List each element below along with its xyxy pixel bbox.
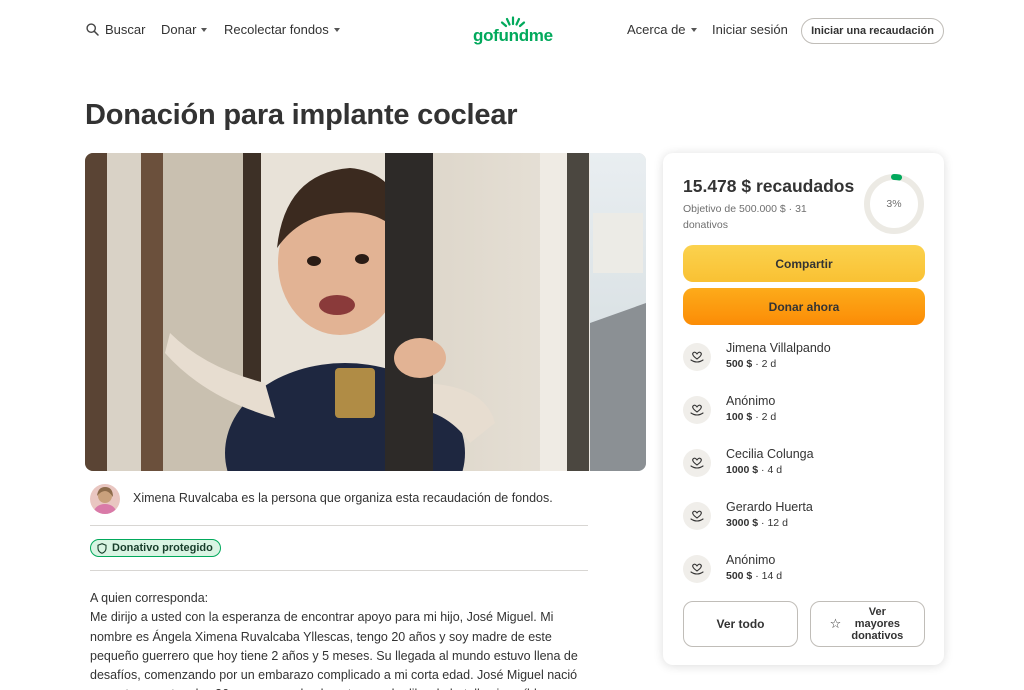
list-item: Jimena Villalpando 500 $ · 2 d: [683, 336, 925, 389]
donate-menu-label: Donar: [161, 22, 197, 37]
story-paragraph: Me dirijo a usted con la esperanza de en…: [90, 610, 588, 690]
donor-name: Gerardo Huerta: [726, 500, 813, 514]
list-item: Anónimo 500 $ · 14 d: [683, 548, 925, 601]
see-all-button[interactable]: Ver todo: [683, 601, 798, 647]
list-item: Anónimo 100 $ · 2 d: [683, 389, 925, 442]
amount-raised: 15.478 $ recaudados: [683, 176, 855, 196]
donation-meta: 3000 $ · 12 d: [726, 517, 788, 529]
donation-time: 2 d: [761, 358, 777, 370]
fundraise-menu[interactable]: Recolectar fondos: [224, 22, 340, 37]
organizer-text: Ximena Ruvalcaba es la persona que organ…: [133, 491, 553, 505]
fundraise-menu-label: Recolectar fondos: [224, 22, 329, 37]
donation-amount: 500 $: [726, 358, 753, 370]
list-item: Gerardo Huerta 3000 $ · 12 d: [683, 495, 925, 548]
donor-name: Jimena Villalpando: [726, 341, 831, 355]
start-fundraiser-button[interactable]: Iniciar una recaudación: [801, 18, 944, 44]
donation-amount: 1000 $: [726, 464, 759, 476]
about-menu-label: Acerca de: [627, 22, 686, 37]
organizer-row: Ximena Ruvalcaba es la persona que organ…: [90, 484, 588, 526]
donate-menu[interactable]: Donar: [161, 22, 208, 37]
recent-donations-list: Jimena Villalpando 500 $ · 2 d Anónimo 1…: [683, 336, 925, 601]
star-icon: ☆: [829, 616, 842, 631]
protection-row: Donativo protegido: [90, 527, 588, 571]
campaign-story: A quien corresponda: Me dirijo a usted c…: [90, 589, 590, 690]
donation-time: 14 d: [761, 570, 783, 582]
donor-name: Cecilia Colunga: [726, 447, 814, 461]
donation-amount: 100 $: [726, 411, 753, 423]
chevron-down-icon: [690, 28, 697, 32]
heart-hand-icon: [683, 502, 711, 530]
shield-icon: [97, 542, 107, 554]
about-menu[interactable]: Acerca de: [627, 22, 697, 37]
donation-amount: 500 $: [726, 570, 753, 582]
goal-and-donations: Objetivo de 500.000 $ · 31 donativos: [683, 203, 807, 231]
top-navigation: Buscar Donar Recolectar fondos gofundme …: [0, 0, 1024, 62]
page-title: Donación para implante coclear: [85, 99, 518, 131]
share-button[interactable]: Compartir: [683, 245, 925, 282]
avatar[interactable]: [90, 484, 120, 514]
list-item: Cecilia Colunga 1000 $ · 4 d: [683, 442, 925, 495]
signin-link[interactable]: Iniciar sesión: [712, 22, 788, 37]
search-icon: [86, 23, 99, 36]
chevron-down-icon: [333, 28, 340, 32]
donation-amount: 3000 $: [726, 517, 759, 529]
donate-now-button[interactable]: Donar ahora: [683, 288, 925, 325]
gofundme-logo[interactable]: gofundme: [473, 16, 557, 46]
search-label: Buscar: [105, 22, 146, 37]
donation-meta: 1000 $ · 4 d: [726, 464, 783, 476]
heart-hand-icon: [683, 449, 711, 477]
protected-donation-badge[interactable]: Donativo protegido: [90, 539, 221, 557]
donation-time: 12 d: [767, 517, 788, 529]
donor-name: Anónimo: [726, 394, 776, 408]
signin-label: Iniciar sesión: [712, 22, 788, 37]
heart-hand-icon: [683, 396, 711, 424]
story-greeting: A quien corresponda:: [90, 591, 209, 605]
donation-time: 2 d: [761, 411, 777, 423]
top-donations-label: Ver mayores donativos: [851, 606, 904, 642]
donation-meta: 500 $ · 14 d: [726, 570, 783, 582]
logo-wordmark: gofundme: [473, 26, 553, 45]
heart-hand-icon: [683, 555, 711, 583]
donation-meta: 500 $ · 2 d: [726, 358, 777, 370]
donation-meta: 100 $ · 2 d: [726, 411, 777, 423]
progress-percent: 3%: [886, 198, 902, 210]
top-donations-button[interactable]: ☆ Ver mayores donativos: [810, 601, 925, 647]
search-link[interactable]: Buscar: [86, 22, 145, 37]
chevron-down-icon: [201, 28, 208, 32]
campaign-photo: [85, 153, 646, 471]
organizer-avatar-image: [90, 484, 120, 514]
heart-hand-icon: [683, 343, 711, 371]
donor-name: Anónimo: [726, 553, 776, 567]
child-photo-illustration: [85, 153, 646, 471]
protected-badge-label: Donativo protegido: [112, 542, 213, 554]
donation-sidebar-card: 15.478 $ recaudados Objetivo de 500.000 …: [663, 153, 944, 665]
donation-time: 4 d: [767, 464, 783, 476]
